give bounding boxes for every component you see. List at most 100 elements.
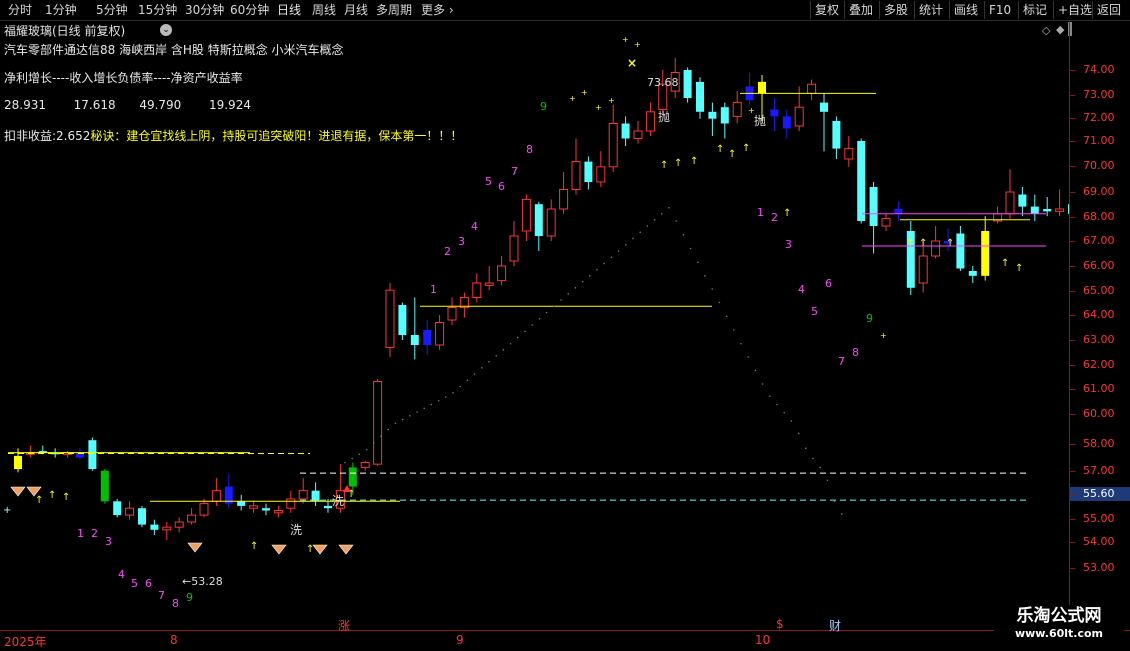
- td-count: 7: [838, 355, 845, 368]
- price-tick: 70.00: [1070, 159, 1130, 173]
- trend-dot: [437, 399, 440, 402]
- candle-body: [273, 510, 283, 514]
- td-count: 6: [825, 277, 832, 290]
- gem-icon: [271, 544, 287, 555]
- tab-5min[interactable]: 5分钟: [96, 0, 128, 20]
- cross-marker-icon: ×: [627, 56, 637, 70]
- tab-15min[interactable]: 15分钟: [138, 0, 177, 20]
- trend-dot: [733, 329, 735, 331]
- price-tick: 65.00: [1070, 284, 1130, 298]
- candle-body: [521, 198, 531, 232]
- price-tick: 60.00: [1070, 407, 1130, 421]
- candle-body: [237, 501, 246, 506]
- tab-30min[interactable]: 30分钟: [185, 0, 224, 20]
- trend-dot: [797, 432, 800, 435]
- candle-body: [138, 508, 146, 525]
- candle-body: [509, 235, 519, 262]
- trend-dot: [365, 448, 368, 451]
- draw-line-button[interactable]: 画线: [949, 1, 982, 19]
- tab-60min[interactable]: 60分钟: [230, 0, 269, 20]
- buy-arrow-icon: ↑: [716, 144, 724, 155]
- candle-body: [931, 240, 941, 257]
- trend-dot: [661, 213, 663, 215]
- trend-dot: [445, 396, 447, 398]
- trend-dot: [697, 261, 699, 264]
- buy-arrow-icon: ↑: [946, 238, 954, 249]
- tab-daily[interactable]: 日线: [277, 0, 301, 20]
- date-year: 2025年: [4, 635, 47, 649]
- tab-more[interactable]: 更多 ›: [421, 0, 454, 20]
- current-price-tag: 55.60: [1070, 487, 1130, 501]
- trend-dot: [344, 461, 346, 464]
- trend-dot: [819, 466, 821, 469]
- candle-body: [720, 107, 729, 124]
- price-tick: 73.00: [1070, 88, 1130, 102]
- more-label: 更多: [421, 3, 446, 17]
- price-tick: 53.00: [1070, 561, 1130, 575]
- candle-body: [1005, 191, 1015, 215]
- plus-marker: +: [569, 94, 576, 103]
- td-count: 5: [811, 305, 818, 318]
- mark-button[interactable]: 标记: [1018, 1, 1051, 19]
- tab-weekly[interactable]: 周线: [312, 0, 336, 20]
- candle-body: [596, 166, 606, 183]
- tab-multi-period[interactable]: 多周期: [376, 0, 412, 20]
- multi-stock-button[interactable]: 多股: [879, 1, 912, 19]
- overlay-button[interactable]: 叠加: [844, 1, 877, 19]
- candle-body: [187, 514, 197, 523]
- trend-dot: [524, 330, 526, 333]
- trend-dot: [603, 262, 605, 265]
- trend-dot: [632, 237, 634, 240]
- trend-dot: [394, 422, 397, 425]
- event-dividend[interactable]: $: [776, 617, 784, 631]
- price-tick: 57.00: [1070, 464, 1130, 478]
- back-button[interactable]: 返回: [1092, 1, 1125, 19]
- candle-body: [633, 130, 643, 139]
- event-limit-up[interactable]: 涨: [338, 617, 350, 634]
- candle-body: [298, 490, 308, 500]
- candle-body: [447, 307, 457, 321]
- candle-body: [410, 335, 419, 345]
- restore-rights-button[interactable]: 复权: [810, 1, 843, 19]
- buy-arrow-icon: ↑: [48, 490, 56, 501]
- trend-dot: [380, 435, 382, 437]
- tab-monthly[interactable]: 月线: [344, 0, 368, 20]
- trend-dot: [567, 293, 569, 295]
- td-count: 1: [757, 206, 764, 219]
- candle-body: [645, 111, 655, 132]
- add-watchlist-button[interactable]: +自选: [1053, 1, 1096, 19]
- candle-body: [435, 322, 445, 346]
- f10-button[interactable]: F10: [984, 1, 1015, 19]
- price-tick: 55.00: [1070, 512, 1130, 526]
- td-count: 5: [131, 577, 138, 590]
- candle-body: [758, 81, 766, 94]
- candle-body: [14, 455, 22, 470]
- statistics-button[interactable]: 统计: [914, 1, 947, 19]
- candle-body: [88, 440, 97, 470]
- buy-arrow-icon: ↑: [62, 492, 70, 503]
- trend-dot: [790, 420, 793, 422]
- trend-dot: [488, 361, 490, 363]
- trend-dot: [358, 453, 361, 456]
- td-count: 2: [444, 245, 451, 258]
- candle-body: [199, 503, 209, 516]
- td-count: 4: [471, 220, 478, 233]
- trend-dot: [769, 395, 771, 398]
- kline-chart[interactable]: 1 2345 678 912345 67891 23456789↑ ↑ ↑↑ ↑↑↑ ↑ ↑↑ ↑↑↑…: [0, 20, 1070, 630]
- candle-body: [1043, 209, 1052, 212]
- trend-dot: [668, 207, 670, 209]
- trend-dot: [754, 369, 757, 372]
- tab-minute-chart[interactable]: 分时: [8, 0, 32, 20]
- date-oct: 10: [755, 633, 771, 647]
- candle-body: [608, 123, 618, 168]
- candle-body: [398, 305, 407, 335]
- trend-dot: [509, 342, 512, 345]
- trend-dot: [481, 367, 483, 369]
- trend-dot: [581, 281, 584, 283]
- gem-icon: [187, 542, 203, 553]
- tab-1min[interactable]: 1分钟: [45, 0, 77, 20]
- price-tick: 67.00: [1070, 234, 1130, 248]
- trend-dot: [416, 411, 418, 413]
- candle-body: [844, 148, 854, 160]
- event-financial-report[interactable]: 财: [829, 617, 841, 634]
